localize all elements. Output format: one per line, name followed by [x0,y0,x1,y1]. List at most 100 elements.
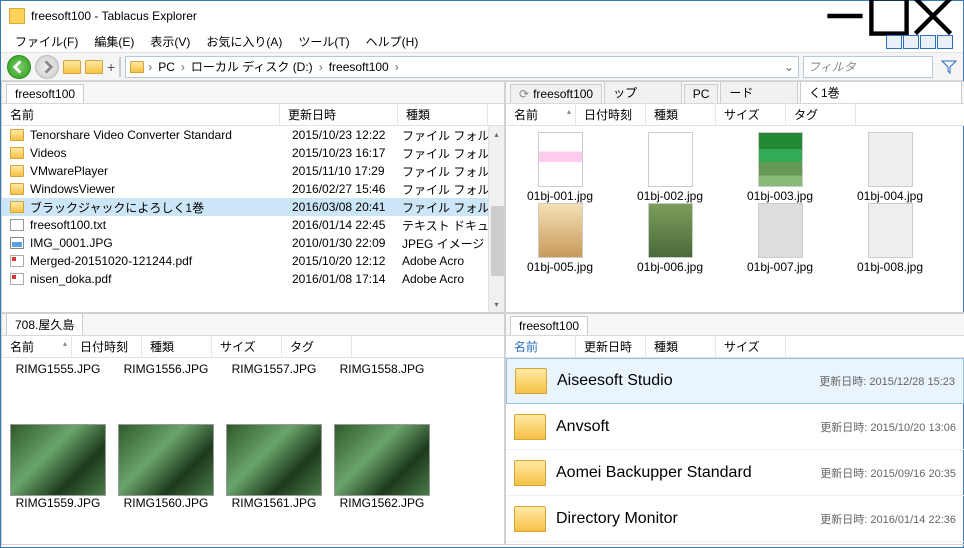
thumbnail-item[interactable]: 01bj-007.jpg [730,203,830,274]
menu-tool[interactable]: ツール(T) [290,31,357,52]
crumb-pc[interactable]: PC [156,60,177,74]
col-size[interactable]: サイズ [716,335,786,358]
tab[interactable]: ブラックジャックによろしく1巻 [800,81,962,103]
tl-tab[interactable]: freesoft100 [6,84,84,103]
file-row[interactable]: Tenorshare Video Converter Standard 2015… [2,126,504,144]
col-name[interactable]: 名前 [2,103,280,126]
photo-item[interactable]: RIMG1559.JPG [8,416,108,510]
file-row[interactable]: WindowsViewer 2016/02/27 15:46 ファイル フォル [2,180,504,198]
filter-input[interactable]: フィルタ [803,56,933,78]
file-row[interactable]: nisen_doka.pdf 2016/01/08 17:14 Adobe Ac… [2,270,504,288]
addr-dropdown-icon[interactable]: ⌄ [784,60,794,74]
nav-folder2-icon[interactable] [85,60,103,74]
file-row[interactable]: VMwarePlayer 2015/11/10 17:29 ファイル フォル [2,162,504,180]
close-button[interactable] [911,2,955,30]
layout-3-icon[interactable] [920,35,936,49]
photo-label: RIMG1561.JPG [224,496,324,510]
folder-date: 更新日時: 2015/12/28 15:23 [819,373,955,389]
file-row[interactable]: IMG_0001.JPG 2010/01/30 22:09 JPEG イメージ [2,234,504,252]
thumbnail-image [868,132,913,187]
thumbnail-item[interactable]: 01bj-001.jpg [510,132,610,203]
folder-icon [10,183,24,195]
photo-label[interactable]: RIMG1558.JPG [332,362,432,376]
thumbnail-item[interactable]: 01bj-005.jpg [510,203,610,274]
tl-scrollbar[interactable]: ▴ ▾ [488,126,504,312]
thumbnail-item[interactable]: 01bj-004.jpg [840,132,940,203]
minimize-button[interactable] [823,2,867,30]
file-name: Merged-20151020-121244.pdf [30,254,292,268]
thumbnail-label: 01bj-003.jpg [747,189,813,203]
nav-folder-icon[interactable] [63,60,81,74]
tab[interactable]: ⟳freesoft100 [510,84,602,103]
folder-item[interactable]: Aiseesoft Studio 更新日時: 2015/12/28 15:23 [506,358,964,404]
file-row[interactable]: Videos 2015/10/23 16:17 ファイル フォル [2,144,504,162]
tab[interactable]: デスクトップ [604,81,682,103]
photo-label[interactable]: RIMG1555.JPG [8,362,108,376]
menu-help[interactable]: ヘルプ(H) [358,31,427,52]
col-name[interactable]: 名前 [506,335,576,358]
photo-item[interactable]: RIMG1561.JPG [224,416,324,510]
col-tag[interactable]: タグ [282,335,352,358]
folder-icon [10,129,24,141]
crumb-drive[interactable]: ローカル ディスク (D:) [189,58,315,75]
funnel-icon[interactable] [941,59,957,75]
maximize-button[interactable] [867,2,911,30]
file-row[interactable]: Merged-20151020-121244.pdf 2015/10/20 12… [2,252,504,270]
layout-4-icon[interactable] [937,35,953,49]
jpg-icon [10,237,24,249]
col-type[interactable]: 種類 [646,103,716,126]
folder-item[interactable]: Aomei Backupper Standard 更新日時: 2015/09/1… [506,450,964,496]
thumbnail-item[interactable]: 01bj-002.jpg [620,132,720,203]
photo-label[interactable]: RIMG1557.JPG [224,362,324,376]
col-tag[interactable]: タグ [786,103,856,126]
nav-forward-button[interactable] [35,55,59,79]
tab[interactable]: ダウンロード [720,81,798,103]
tab[interactable]: PC [684,84,719,103]
nav-back-button[interactable] [7,55,31,79]
window-title: freesoft100 - Tablacus Explorer [31,9,197,23]
bl-tab[interactable]: 708.屋久島 [6,313,83,335]
file-row[interactable]: freesoft100.txt 2016/01/14 22:45 テキスト ドキ… [2,216,504,234]
thumbnail-image [868,203,913,258]
file-row[interactable]: ブラックジャックによろしく1巻 2016/03/08 20:41 ファイル フォ… [2,198,504,216]
photo-label[interactable]: RIMG1556.JPG [116,362,216,376]
col-size[interactable]: サイズ [716,103,786,126]
br-tab[interactable]: freesoft100 [510,316,588,335]
col-date[interactable]: 更新日時 [280,103,398,126]
thumbnail-item[interactable]: 01bj-008.jpg [840,203,940,274]
file-date: 2016/01/14 22:45 [292,218,402,232]
file-date: 2015/11/10 17:29 [292,164,402,178]
col-date[interactable]: 更新日時 [576,335,646,358]
thumbnail-image [758,203,803,258]
photo-item[interactable]: RIMG1560.JPG [116,416,216,510]
col-type[interactable]: 種類 [398,103,488,126]
crumb-folder[interactable]: freesoft100 [327,60,391,74]
menu-view[interactable]: 表示(V) [142,31,198,52]
col-date[interactable]: 日付時刻 [576,103,646,126]
nav-add-icon[interactable]: + [107,59,115,75]
col-name[interactable]: 名前 [506,103,576,126]
thumbnail-image [648,132,693,187]
layout-2-icon[interactable] [903,35,919,49]
photo-label: RIMG1562.JPG [332,496,432,510]
folder-item[interactable]: Directory Monitor 更新日時: 2016/01/14 22:36 [506,496,964,542]
folder-item[interactable]: Anvsoft 更新日時: 2015/10/20 13:06 [506,404,964,450]
col-date[interactable]: 日付時刻 [72,335,142,358]
file-name: IMG_0001.JPG [30,236,292,250]
menubar: ファイル(F) 編集(E) 表示(V) お気に入り(A) ツール(T) ヘルプ(… [1,31,963,53]
thumbnail-item[interactable]: 01bj-006.jpg [620,203,720,274]
address-bar[interactable]: › PC › ローカル ディスク (D:) › freesoft100 › ⌄ [125,56,799,78]
col-type[interactable]: 種類 [646,335,716,358]
col-type[interactable]: 種類 [142,335,212,358]
layout-1-icon[interactable] [886,35,902,49]
folder-name: Aomei Backupper Standard [556,464,820,482]
folder-name: Aiseesoft Studio [557,372,819,390]
menu-file[interactable]: ファイル(F) [7,31,86,52]
menu-fav[interactable]: お気に入り(A) [198,31,290,52]
thumbnail-item[interactable]: 01bj-003.jpg [730,132,830,203]
photo-item[interactable]: RIMG1562.JPG [332,416,432,510]
menu-edit[interactable]: 編集(E) [86,31,142,52]
thumbnail-image [538,203,583,258]
col-size[interactable]: サイズ [212,335,282,358]
col-name[interactable]: 名前 [2,335,72,358]
